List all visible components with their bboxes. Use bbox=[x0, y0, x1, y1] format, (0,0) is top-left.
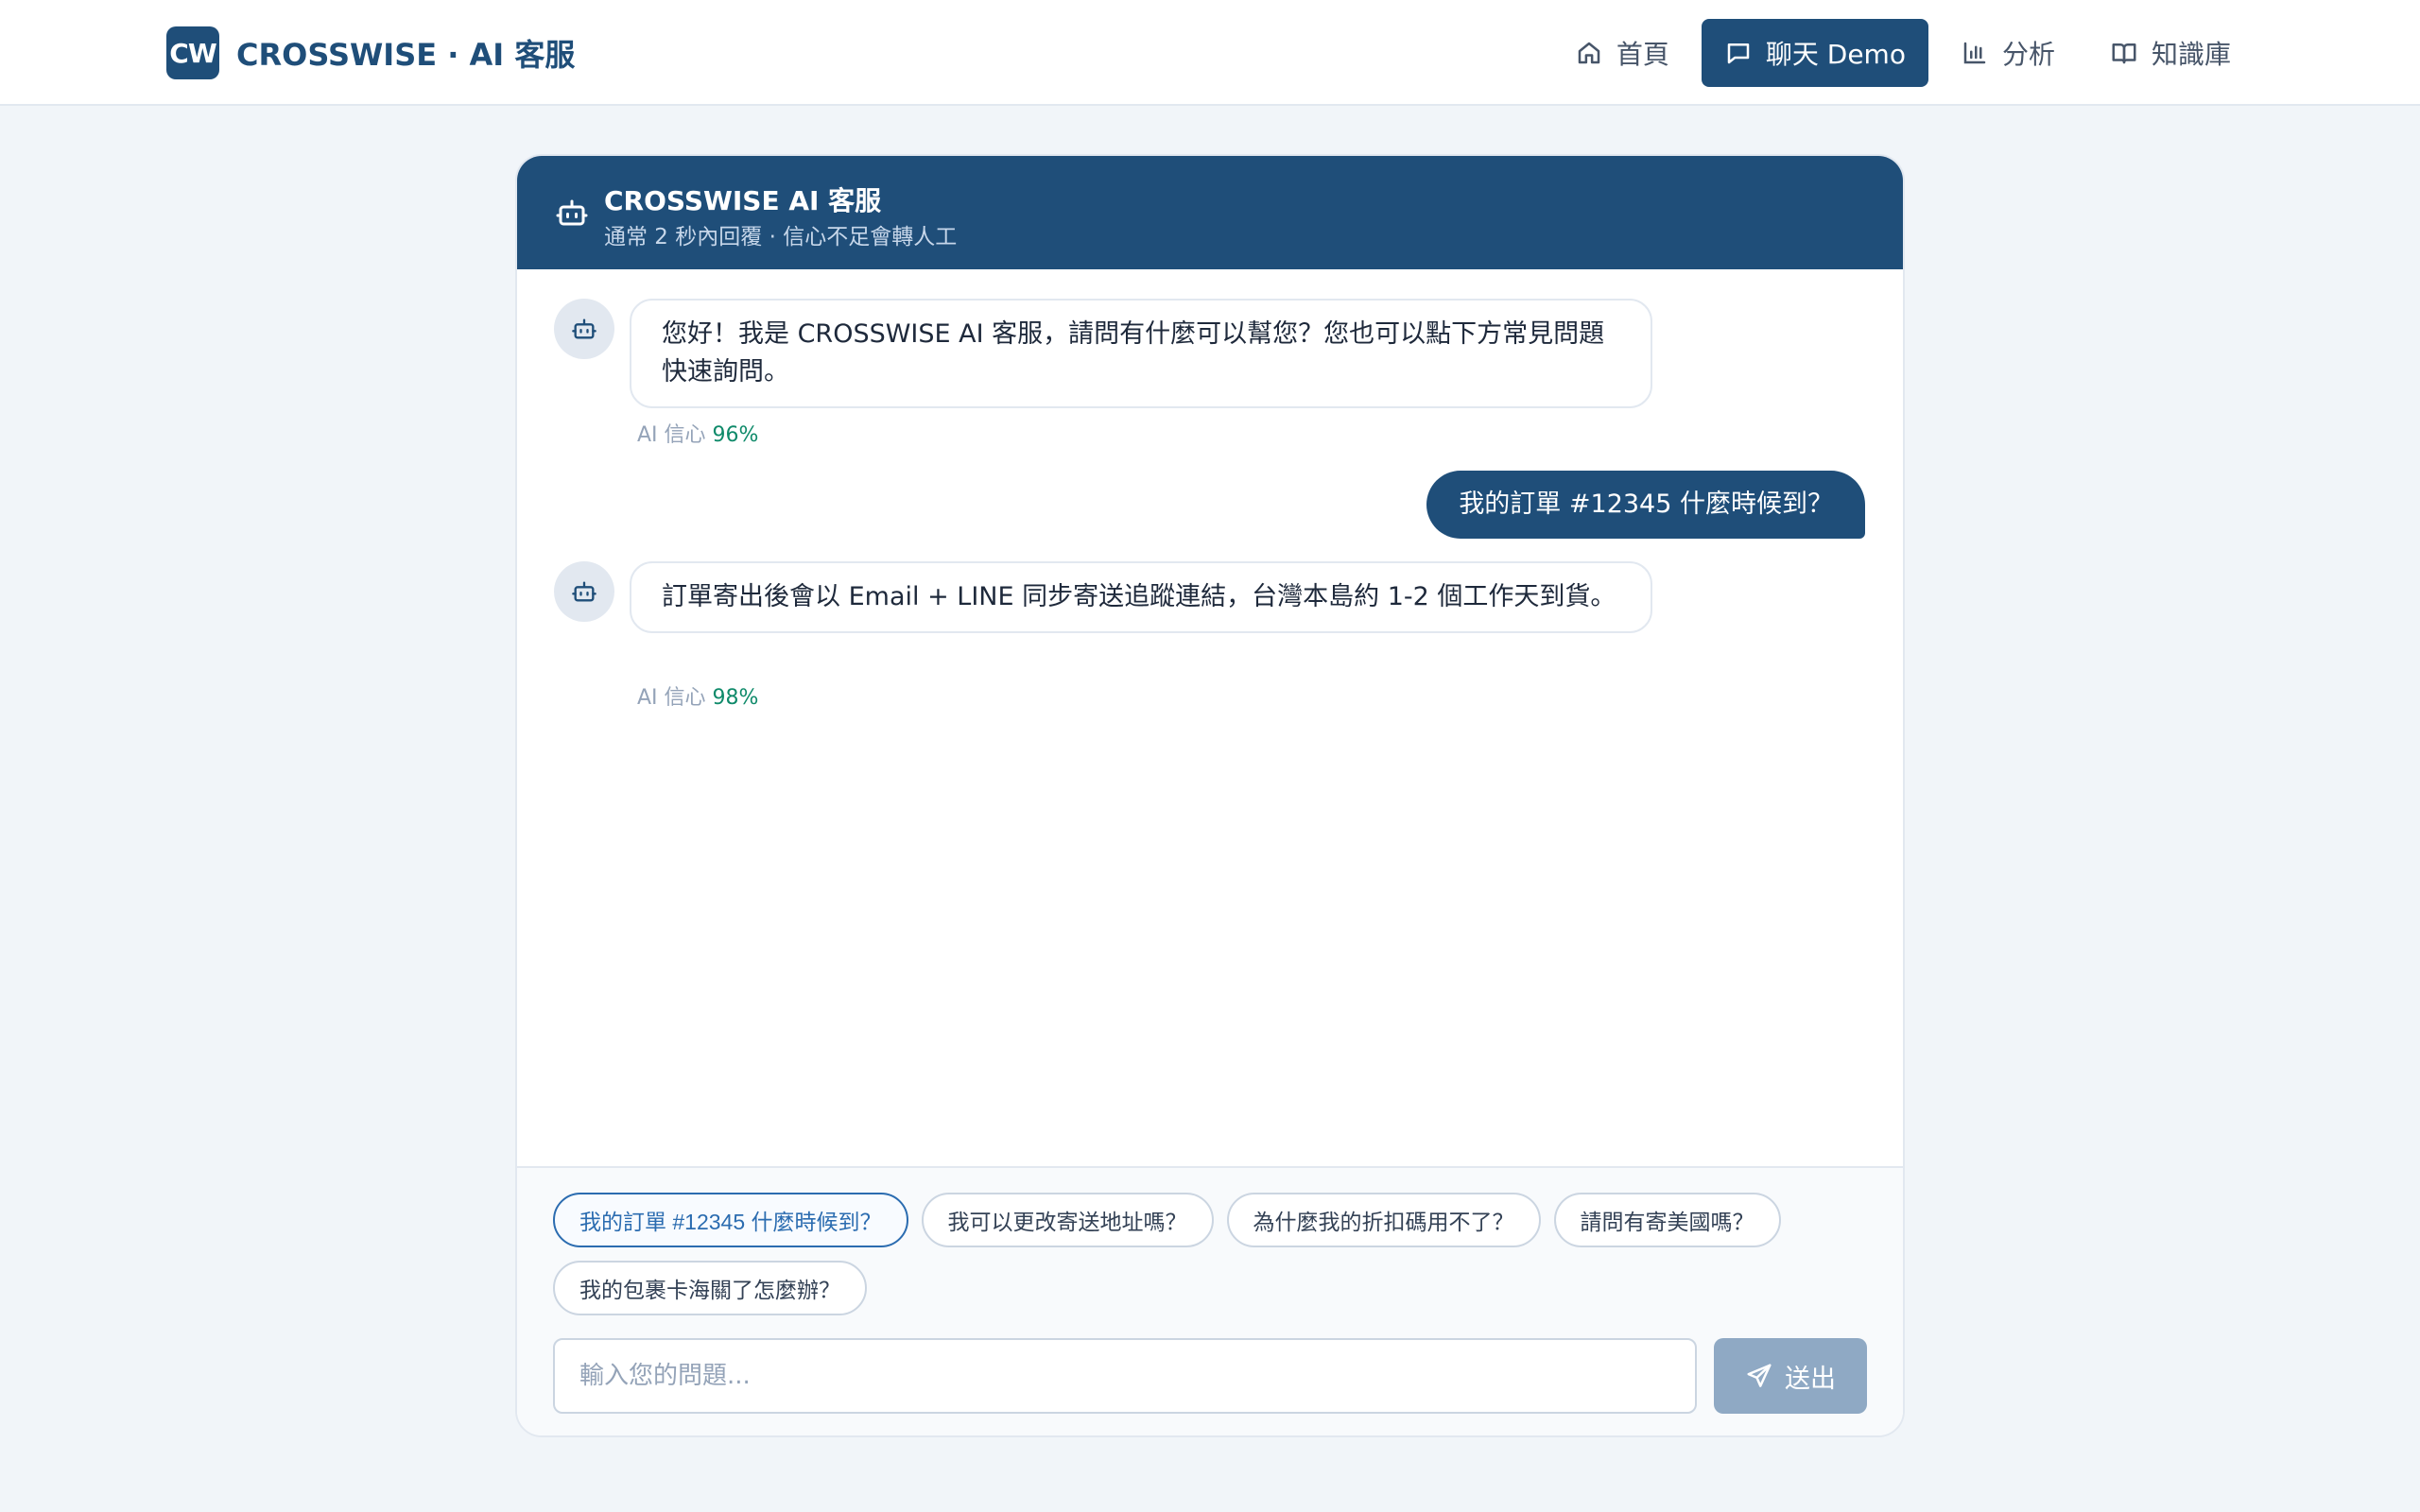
bot-icon bbox=[572, 318, 596, 339]
bot-avatar bbox=[554, 299, 614, 359]
brand[interactable]: CW CROSSWISE · AI 客服 bbox=[166, 26, 575, 79]
bot-icon bbox=[572, 581, 596, 602]
quick-reply-chip[interactable]: 我的訂單 #12345 什麼時候到？ bbox=[553, 1193, 908, 1247]
home-icon bbox=[1578, 42, 1600, 64]
top-navbar: CW CROSSWISE · AI 客服 首頁 聊天 Demo 分析 知識庫 bbox=[0, 0, 2420, 106]
chat-header: CROSSWISE AI 客服 通常 2 秒內回覆 · 信心不足會轉人工 bbox=[517, 156, 1903, 269]
send-button[interactable]: 送出 bbox=[1714, 1338, 1867, 1414]
message-input[interactable] bbox=[553, 1338, 1697, 1414]
quick-replies-row-2: 我的包裹卡海關了怎麼辦？ bbox=[553, 1261, 867, 1315]
confidence-indicator: AI 信心 98% bbox=[637, 680, 758, 711]
confidence-label: AI 信心 bbox=[637, 423, 706, 447]
confidence-label: AI 信心 bbox=[637, 686, 706, 710]
quick-reply-chip[interactable]: 為什麼我的折扣碼用不了？ bbox=[1226, 1193, 1541, 1247]
user-message: 我的訂單 #12345 什麼時候到？ bbox=[1426, 471, 1865, 539]
confidence-value: 96% bbox=[712, 423, 759, 447]
composer: 我的訂單 #12345 什麼時候到？ 我可以更改寄送地址嗎？ 為什麼我的折扣碼用… bbox=[517, 1166, 1903, 1435]
quick-replies: 我的訂單 #12345 什麼時候到？ 我可以更改寄送地址嗎？ 為什麼我的折扣碼用… bbox=[553, 1193, 1781, 1247]
chat-subtitle: 通常 2 秒內回覆 · 信心不足會轉人工 bbox=[604, 225, 958, 249]
bot-avatar bbox=[554, 561, 614, 622]
bot-message: 您好！我是 CROSSWISE AI 客服，請問有什麼可以幫您？您也可以點下方常… bbox=[630, 299, 1652, 408]
brand-logo: CW bbox=[166, 26, 219, 79]
nav-item-knowledge-base[interactable]: 知識庫 bbox=[2087, 19, 2254, 87]
confidence-indicator: AI 信心 96% bbox=[637, 418, 758, 448]
bot-message: 訂單寄出後會以 Email + LINE 同步寄送追蹤連結，台灣本島約 1-2 … bbox=[630, 561, 1652, 633]
bot-icon bbox=[556, 199, 588, 226]
nav-item-home[interactable]: 首頁 bbox=[1552, 19, 1692, 87]
nav-item-label: 分析 bbox=[2001, 39, 2055, 70]
book-icon bbox=[2112, 43, 2136, 64]
brand-name: CROSSWISE · AI 客服 bbox=[236, 37, 576, 73]
send-label: 送出 bbox=[1785, 1364, 1836, 1393]
chat-icon bbox=[1727, 43, 1750, 64]
nav-item-label: 聊天 Demo bbox=[1765, 39, 1906, 70]
nav-item-label: 首頁 bbox=[1616, 39, 1669, 70]
nav-item-analytics[interactable]: 分析 bbox=[1938, 19, 2078, 87]
main-nav: 首頁 聊天 Demo 分析 知識庫 bbox=[1552, 19, 2254, 87]
nav-item-label: 知識庫 bbox=[2151, 39, 2231, 70]
bar-chart-icon bbox=[1963, 42, 1986, 64]
quick-reply-chip[interactable]: 我可以更改寄送地址嗎？ bbox=[921, 1193, 1214, 1247]
nav-item-chat-demo[interactable]: 聊天 Demo bbox=[1701, 19, 1928, 87]
chat-title: CROSSWISE AI 客服 bbox=[604, 185, 882, 216]
quick-reply-chip[interactable]: 請問有寄美國嗎？ bbox=[1553, 1193, 1781, 1247]
confidence-value: 98% bbox=[712, 686, 759, 710]
send-icon bbox=[1747, 1364, 1772, 1387]
quick-reply-chip[interactable]: 我的包裹卡海關了怎麼辦？ bbox=[553, 1261, 867, 1315]
